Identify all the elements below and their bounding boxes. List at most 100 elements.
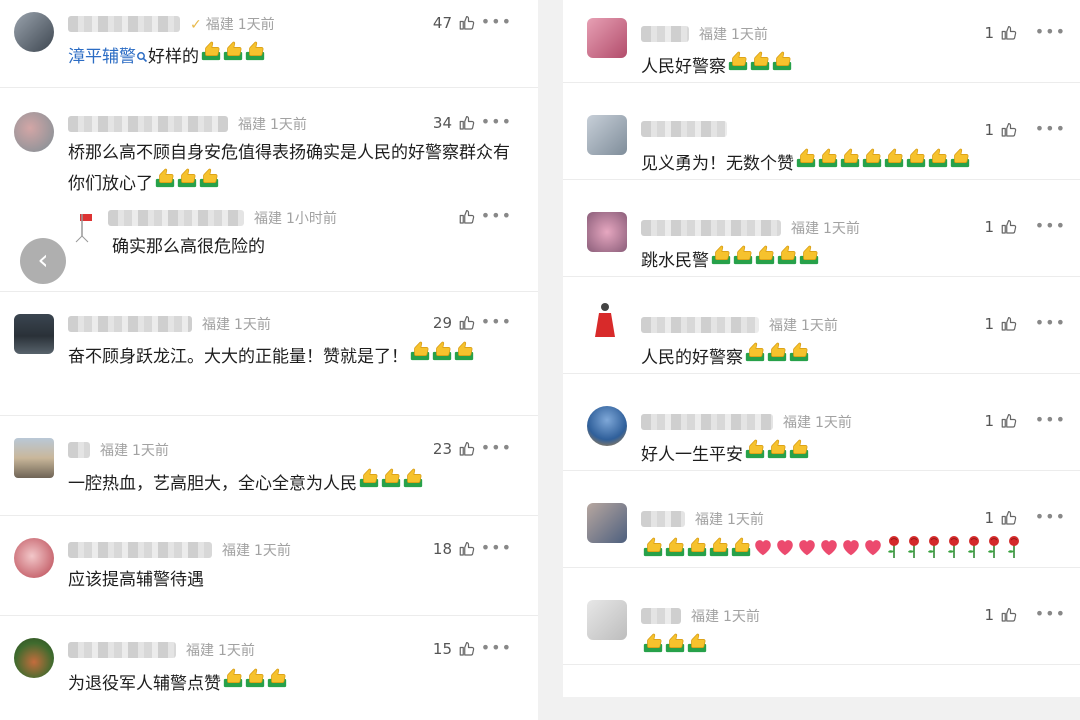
thumbs-up-emoji <box>767 439 787 459</box>
emoji-group <box>222 667 288 689</box>
more-dots-icon[interactable]: ••• <box>1035 410 1066 429</box>
comment-body: 人民好警察 <box>641 57 726 77</box>
comment-meta: 福建 1天前 <box>68 440 169 460</box>
comment-item[interactable]: 福建 1天前 34 ••• 桥那么高不顾自身安危值得表扬确实是人民的好警察群众有你… <box>0 88 538 292</box>
mention-link[interactable]: 漳平辅警 <box>68 47 136 67</box>
rose-emoji <box>908 536 919 558</box>
like-count: 1 <box>984 315 994 333</box>
comment-meta: 福建 1天前 <box>641 24 768 44</box>
comment-item[interactable]: 福建 1天前 1 ••• 人民好警察 <box>563 0 1080 83</box>
avatar[interactable] <box>14 438 54 478</box>
comment-meta: ✓ 福建 1天前 <box>68 14 275 34</box>
thumbs-up-emoji <box>665 537 685 557</box>
avatar[interactable] <box>587 18 627 58</box>
avatar[interactable] <box>587 115 627 155</box>
like-button[interactable]: 1 <box>984 218 1018 236</box>
like-button[interactable]: 1 <box>984 606 1018 624</box>
left-comment-list: ✓ 福建 1天前 47 ••• 漳平辅警 好样的 福建 1天前 34 ••• 桥那么高不… <box>0 0 538 720</box>
thumbs-up-emoji <box>906 148 926 168</box>
rose-emoji <box>1008 536 1019 558</box>
comment-item[interactable]: 福建 1天前 1 ••• 好人一生平安 <box>563 374 1080 471</box>
comment-item[interactable]: 福建 1天前 29 ••• 奋不顾身跃龙江。大大的正能量！赞就是了！ <box>0 292 538 416</box>
comment-item[interactable]: 福建 1天前 1 ••• 跳水民警 <box>563 180 1080 277</box>
more-dots-icon[interactable]: ••• <box>481 438 512 457</box>
comment-time: 1天前 <box>801 318 838 334</box>
avatar[interactable] <box>14 112 54 152</box>
thumbs-up-emoji <box>381 468 401 488</box>
emoji-group <box>727 50 793 72</box>
comment-body: 应该提高辅警待遇 <box>68 570 204 590</box>
like-button[interactable]: 15 <box>433 640 476 658</box>
like-count: 1 <box>984 412 994 430</box>
more-dots-icon[interactable]: ••• <box>481 12 512 31</box>
comment-meta: 福建 1天前 <box>68 640 255 660</box>
more-dots-icon[interactable]: ••• <box>481 112 512 131</box>
avatar[interactable] <box>587 503 627 543</box>
like-button[interactable]: 1 <box>984 24 1018 42</box>
comment-item[interactable]: 福建 1天前 23 ••• 一腔热血，艺高胆大，全心全意为人民 <box>0 416 538 516</box>
blurred-username <box>641 317 759 333</box>
comment-item[interactable]: 1 ••• 见义勇为！无数个赞 <box>563 83 1080 180</box>
more-dots-icon[interactable]: ••• <box>481 312 512 331</box>
back-button[interactable]: ‹ <box>20 238 66 284</box>
blurred-username <box>641 220 781 236</box>
like-button[interactable]: 1 <box>984 121 1018 139</box>
rose-emoji <box>948 536 959 558</box>
avatar[interactable] <box>587 212 627 252</box>
thumbs-up-emoji <box>731 537 751 557</box>
more-dots-icon[interactable]: ••• <box>1035 216 1066 235</box>
avatar[interactable] <box>587 406 627 446</box>
comment-meta: 福建 1天前 <box>641 606 760 626</box>
blurred-username <box>68 442 90 458</box>
comment-location: 福建 <box>222 543 250 559</box>
more-dots-icon[interactable]: ••• <box>481 538 512 557</box>
like-button[interactable]: 47 <box>433 14 476 32</box>
like-count: 18 <box>432 540 452 558</box>
avatar[interactable] <box>14 538 54 578</box>
comment-time: 1天前 <box>218 643 255 659</box>
blurred-username <box>641 608 681 624</box>
comment-time: 1天前 <box>727 512 764 528</box>
like-button[interactable] <box>452 208 476 226</box>
like-button[interactable]: 1 <box>984 315 1018 333</box>
like-button[interactable]: 23 <box>433 440 476 458</box>
avatar[interactable] <box>14 314 54 354</box>
avatar[interactable] <box>587 600 627 640</box>
more-dots-icon[interactable]: ••• <box>1035 313 1066 332</box>
comment-body: 桥那么高不顾自身安危值得表扬确实是人民的好警察群众有你们放心了 <box>68 143 510 194</box>
comment-item[interactable]: 福建 1天前 15 ••• 为退役军人辅警点赞 <box>0 616 538 720</box>
avatar[interactable] <box>74 210 100 244</box>
comment-item[interactable]: 福建 1天前 1 ••• <box>563 568 1080 665</box>
comment-body: 为退役军人辅警点赞 <box>68 674 221 694</box>
like-button[interactable]: 34 <box>433 114 476 132</box>
thumbs-up-outline-icon <box>1001 511 1017 525</box>
emoji-group <box>642 535 1024 559</box>
like-button[interactable]: 1 <box>984 412 1018 430</box>
more-dots-icon[interactable]: ••• <box>481 638 512 657</box>
more-dots-icon[interactable]: ••• <box>481 206 512 225</box>
comment-text <box>641 632 708 663</box>
comment-time: 1天前 <box>237 17 275 33</box>
like-button[interactable]: 29 <box>433 314 476 332</box>
comment-item[interactable]: ✓ 福建 1天前 47 ••• 漳平辅警 好样的 <box>0 0 538 88</box>
like-button[interactable]: 1 <box>984 509 1018 527</box>
more-dots-icon[interactable]: ••• <box>1035 22 1066 41</box>
blurred-username <box>641 26 689 42</box>
more-dots-icon[interactable]: ••• <box>1035 507 1066 526</box>
reply-item[interactable]: 福建 1小时前 ••• 确实那么高很危险的 <box>0 206 538 292</box>
more-dots-icon[interactable]: ••• <box>1035 119 1066 138</box>
thumbs-up-outline-icon <box>459 442 475 456</box>
comment-item[interactable]: 福建 1天前 18 ••• 应该提高辅警待遇 <box>0 516 538 616</box>
comment-text: 人民的好警察 <box>641 341 810 372</box>
avatar[interactable] <box>14 12 54 52</box>
avatar[interactable] <box>587 301 623 341</box>
thumbs-up-emoji <box>818 148 838 168</box>
comment-item[interactable]: 福建 1天前 1 ••• 人民的好警察 <box>563 277 1080 374</box>
comment-item[interactable]: 福建 1天前 1 ••• <box>563 471 1080 568</box>
thumbs-up-emoji <box>772 51 792 71</box>
comment-time: 1天前 <box>723 609 760 625</box>
more-dots-icon[interactable]: ••• <box>1035 604 1066 623</box>
avatar[interactable] <box>14 638 54 678</box>
blurred-username <box>68 116 228 132</box>
like-button[interactable]: 18 <box>433 540 476 558</box>
